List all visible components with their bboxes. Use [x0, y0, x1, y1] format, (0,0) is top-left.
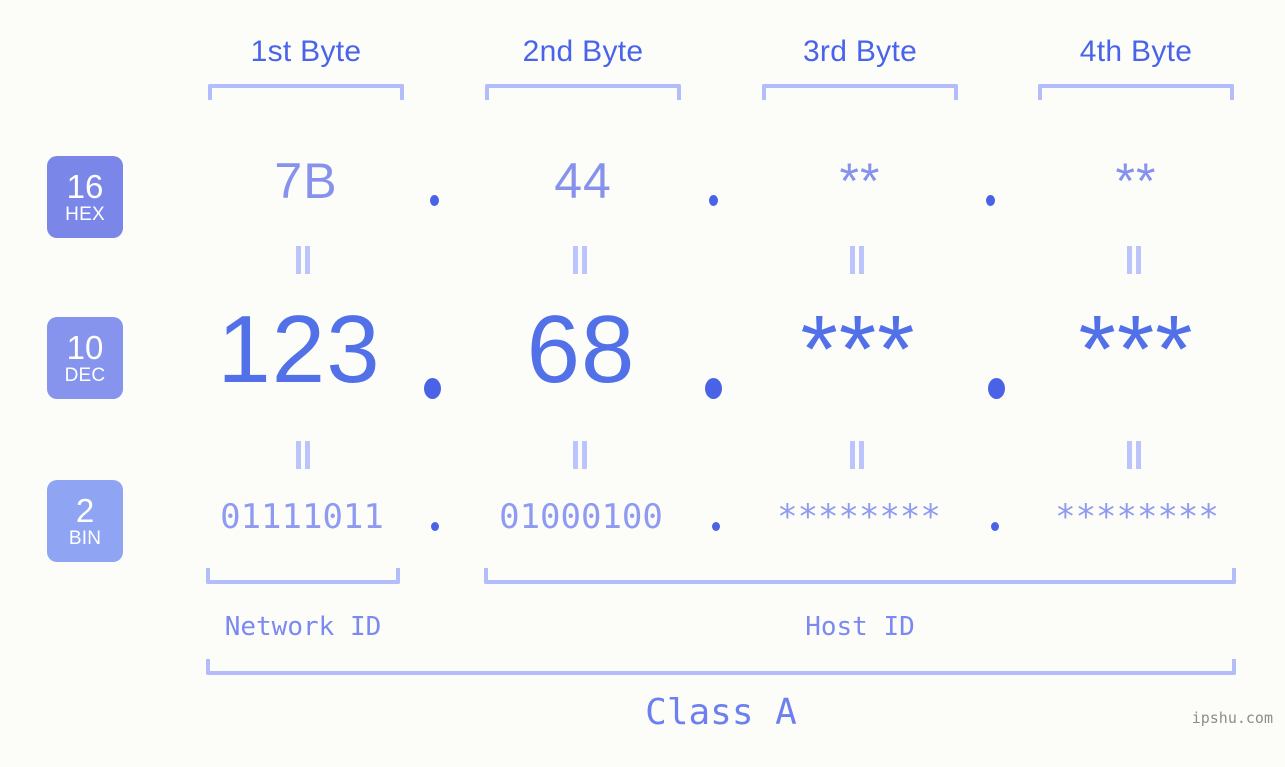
dec-byte-3-value: ***: [800, 296, 916, 403]
bin-byte-1-value: 01111011: [220, 497, 384, 537]
dec-dot-separator-2: [705, 378, 722, 399]
dec-byte-1-value: 123: [217, 296, 381, 403]
bin-byte-4-value: ********: [1055, 497, 1219, 537]
hex-dot-separator-1: [430, 195, 439, 206]
site-watermark: ipshu.com: [1191, 709, 1273, 727]
network-id-bracket: [206, 568, 400, 584]
hex-byte-2-value: 44: [554, 153, 612, 209]
byte-bracket-1: [208, 84, 404, 100]
byte-bracket-3: [762, 84, 958, 100]
equality-marker-dec-bin-4: [1125, 441, 1143, 469]
bin-byte-2-value: 01000100: [499, 497, 663, 537]
bin-dot-separator-2: [712, 522, 720, 531]
hex-dot-separator-3: [986, 195, 995, 206]
base-badge-bin-number: 2: [75, 491, 95, 529]
byte-bracket-2: [485, 84, 681, 100]
dec-dot-separator-3: [988, 378, 1005, 399]
dec-dot-separator-1: [424, 378, 441, 399]
base-badge-hex-name: HEX: [65, 203, 105, 225]
base-badge-dec-name: DEC: [64, 364, 106, 386]
hex-dot-separator-2: [709, 195, 718, 206]
equality-marker-hex-dec-2: [571, 246, 589, 274]
base-badge-dec-number: 10: [66, 328, 104, 366]
hex-byte-4-value: **: [1115, 153, 1157, 209]
dec-byte-2-value: 68: [526, 296, 636, 403]
equality-marker-dec-bin-3: [848, 441, 866, 469]
network-id-label: Network ID: [224, 612, 382, 642]
hex-byte-1-value: 7B: [274, 153, 338, 209]
equality-marker-hex-dec-4: [1125, 246, 1143, 274]
class-label: Class A: [645, 692, 797, 733]
equality-marker-hex-dec-1: [294, 246, 312, 274]
byte-header-1: 1st Byte: [250, 35, 362, 68]
equality-marker-dec-bin-2: [571, 441, 589, 469]
bin-byte-3-value: ********: [777, 497, 941, 537]
bin-dot-separator-3: [991, 522, 999, 531]
host-id-bracket: [484, 568, 1236, 584]
class-bracket: [206, 659, 1236, 675]
byte-header-4: 4th Byte: [1079, 35, 1193, 68]
dec-byte-4-value: ***: [1078, 296, 1194, 403]
equality-marker-hex-dec-3: [848, 246, 866, 274]
base-badge-hex-number: 16: [66, 167, 104, 205]
base-badge-bin-name: BIN: [68, 527, 102, 549]
base-badge-bin: 2 BIN: [47, 480, 123, 562]
bin-dot-separator-1: [431, 522, 439, 531]
byte-header-2: 2nd Byte: [522, 35, 644, 68]
equality-marker-dec-bin-1: [294, 441, 312, 469]
ip-address-breakdown-diagram: 1st Byte 2nd Byte 3rd Byte 4th Byte 16 H…: [0, 0, 1285, 767]
byte-bracket-4: [1038, 84, 1234, 100]
base-badge-dec: 10 DEC: [47, 317, 123, 399]
base-badge-hex: 16 HEX: [47, 156, 123, 238]
byte-header-3: 3rd Byte: [802, 35, 918, 68]
host-id-label: Host ID: [805, 612, 915, 642]
hex-byte-3-value: **: [839, 153, 881, 209]
